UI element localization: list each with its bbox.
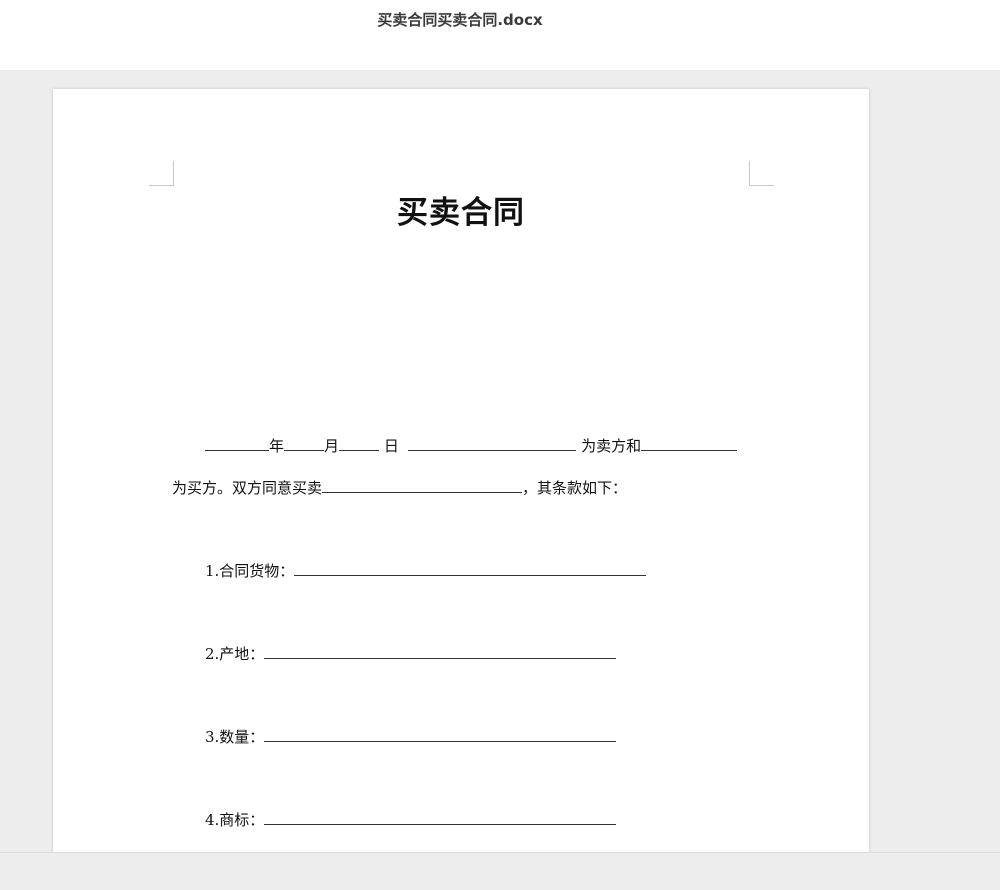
clause-item: 1.合同货物： xyxy=(205,560,647,581)
bottom-bar xyxy=(0,852,1000,890)
clause-label: 3.数量： xyxy=(205,728,265,746)
clause-item: 3.数量： xyxy=(205,726,617,747)
document-viewer[interactable]: 买卖合同 年 月 日 为卖方和 为买方。双方同意买卖 ，其条款如下： 1.合同货物：… xyxy=(0,70,1000,852)
clause-blank xyxy=(264,726,617,742)
document-file-name: 买卖合同买卖合同.docx xyxy=(377,11,543,29)
clause-blank xyxy=(264,809,617,825)
title-bar: 买卖合同买卖合同.docx xyxy=(0,0,1000,70)
clause-label: 1.合同货物： xyxy=(205,562,295,580)
day-blank xyxy=(339,435,380,451)
buyer-goods-line: 为买方。双方同意买卖 ，其条款如下： xyxy=(172,477,627,498)
date-party-line: 年 月 日 为卖方和 xyxy=(205,435,738,456)
goods-blank xyxy=(322,477,523,493)
year-unit: 年 xyxy=(269,437,285,455)
clause-label: 2.产地： xyxy=(205,645,265,663)
contract-heading: 买卖合同 xyxy=(397,195,525,231)
document-page: 买卖合同 年 月 日 为卖方和 为买方。双方同意买卖 ，其条款如下： 1.合同货物：… xyxy=(53,89,869,852)
clause-item: 2.产地： xyxy=(205,643,617,664)
seller-suffix: 为卖方和 xyxy=(581,437,642,455)
margin-corner-top-left xyxy=(149,161,174,186)
clause-blank xyxy=(294,560,647,576)
margin-corner-top-right xyxy=(749,161,774,186)
month-unit: 月 xyxy=(324,437,340,455)
seller-blank xyxy=(408,435,577,451)
year-blank xyxy=(205,435,269,451)
clause-item: 4.商标： xyxy=(205,809,617,830)
clause-blank xyxy=(264,643,617,659)
buyer-blank xyxy=(641,435,738,451)
terms-suffix: ，其条款如下： xyxy=(522,479,628,497)
day-unit: 日 xyxy=(383,437,399,455)
buyer-prefix: 为买方。双方同意买卖 xyxy=(172,479,323,497)
clause-label: 4.商标： xyxy=(205,811,265,829)
month-blank xyxy=(284,435,325,451)
